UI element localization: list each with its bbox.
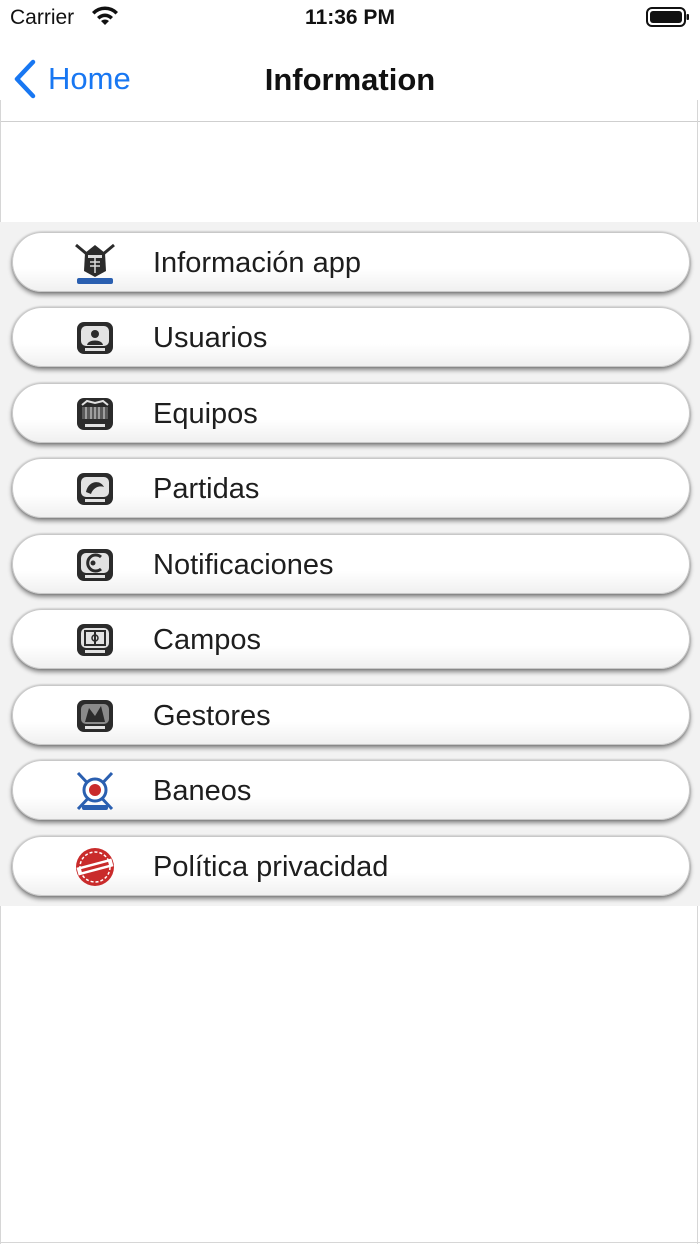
teams-badge-icon <box>77 398 113 430</box>
knight-helmet-icon <box>75 243 115 284</box>
bans-emblem-icon <box>76 771 114 811</box>
menu-item-gestores[interactable]: Gestores <box>12 685 690 745</box>
fields-badge-icon <box>77 624 113 656</box>
menu-item-label: Equipos <box>153 398 258 430</box>
menu-list: Información app Usuarios Equipos Partida… <box>0 222 700 906</box>
menu-item-label: Política privacidad <box>153 851 389 883</box>
menu-item-label: Usuarios <box>153 322 268 354</box>
users-badge-icon <box>77 322 113 354</box>
menu-item-label: Campos <box>153 624 261 656</box>
notifications-badge-icon <box>77 549 113 581</box>
navigation-bar: Home Information <box>0 40 700 122</box>
matches-badge-icon <box>77 473 113 505</box>
page-title: Information <box>264 62 436 97</box>
menu-item-partidas[interactable]: Partidas <box>12 458 690 518</box>
managers-badge-icon <box>77 700 113 732</box>
battery-full-icon <box>646 7 689 27</box>
menu-item-campos[interactable]: Campos <box>12 609 690 669</box>
menu-item-label: Partidas <box>153 473 260 505</box>
bottom-border <box>0 1242 700 1243</box>
status-time: 11:36 PM <box>305 6 395 29</box>
menu-item-label: Notificaciones <box>153 549 334 581</box>
menu-item-notificaciones[interactable]: Notificaciones <box>12 534 690 594</box>
menu-item-label: Información app <box>153 247 361 279</box>
menu-item-informacion-app[interactable]: Información app <box>12 232 690 292</box>
menu-item-usuarios[interactable]: Usuarios <box>12 307 690 367</box>
menu-item-politica-privacidad[interactable]: Política privacidad <box>12 836 690 896</box>
menu-item-label: Gestores <box>153 700 271 732</box>
privacy-stamp-icon <box>76 848 114 886</box>
status-bar: Carrier 11:36 PM <box>0 0 700 36</box>
menu-item-label: Baneos <box>153 775 252 807</box>
menu-item-baneos[interactable]: Baneos <box>12 760 690 820</box>
menu-item-equipos[interactable]: Equipos <box>12 383 690 443</box>
